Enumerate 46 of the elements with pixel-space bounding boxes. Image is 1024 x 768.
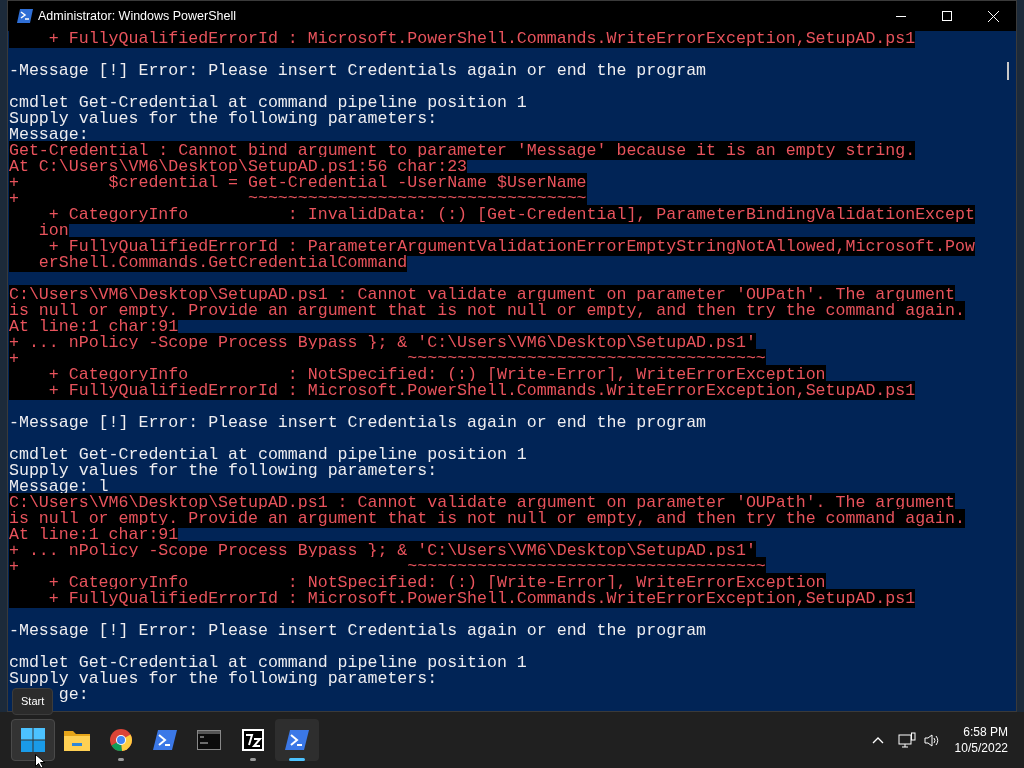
clock-date[interactable]: 10/5/2022 bbox=[954, 740, 1008, 756]
powershell-icon bbox=[17, 9, 33, 23]
running-indicator bbox=[289, 758, 305, 761]
error-text: is null or empty. Provide an argument that is not null or empty, and then try the command again. bbox=[9, 301, 965, 320]
taskbar-app[interactable] bbox=[275, 719, 319, 761]
console-text: ge: bbox=[58, 685, 89, 704]
console-text: -Message [!] Error: Please insert Credentials again or end the program bbox=[9, 61, 707, 80]
window-title: Administrator: Windows PowerShell bbox=[38, 7, 236, 25]
running-indicator bbox=[118, 758, 124, 761]
terminal-icon bbox=[197, 730, 221, 750]
console-text: cmdlet Get-Credential at command pipeline position 1 bbox=[9, 445, 527, 464]
powershell-icon bbox=[285, 730, 309, 750]
running-indicator bbox=[250, 758, 256, 761]
start-button[interactable] bbox=[11, 719, 55, 761]
clock-time[interactable]: 6:58 PM bbox=[963, 724, 1008, 740]
maximize-icon bbox=[942, 11, 952, 21]
scrollbar-thumb[interactable] bbox=[1007, 62, 1009, 80]
error-text: is null or empty. Provide an argument that is not null or empty, and then try the command again. bbox=[9, 509, 965, 528]
network-icon[interactable] bbox=[897, 731, 916, 749]
error-text: + CategoryInfo : InvalidData: (:) [Get-Credential], ParameterBindingValidationExcept bbox=[9, 205, 975, 224]
error-text: erShell.Commands.GetCredentialCommand bbox=[9, 253, 408, 272]
error-text: Get-Credential : Cannot bind argument to parameter 'Message' because it is an empty string. bbox=[9, 141, 916, 160]
error-text: + FullyQualifiedErrorId : Microsoft.PowerShell.Commands.WriteErrorException,SetupAD.ps1 bbox=[9, 31, 916, 48]
powershell-icon bbox=[153, 730, 177, 750]
browser-icon bbox=[109, 728, 133, 752]
tooltip: Start bbox=[12, 688, 54, 715]
console-text: cmdlet Get-Credential at command pipeline position 1 bbox=[9, 653, 527, 672]
minimize-icon bbox=[896, 15, 906, 17]
close-icon bbox=[987, 10, 999, 22]
console-text: Message: bbox=[9, 125, 89, 144]
windows-logo-icon bbox=[21, 728, 45, 752]
console-text: Supply values for the following parameters: bbox=[9, 109, 438, 128]
error-text: + FullyQualifiedErrorId : Microsoft.PowerShell.Commands.WriteErrorException,SetupAD.ps1 bbox=[9, 589, 916, 608]
chevron-up-icon[interactable] bbox=[871, 736, 884, 744]
mouse-pointer-icon bbox=[35, 754, 46, 768]
console-text: -Message [!] Error: Please insert Credentials again or end the program bbox=[9, 413, 707, 432]
archive-app-icon bbox=[242, 729, 264, 751]
console-text: Message: l bbox=[9, 477, 109, 496]
console-text: Supply values for the following parameters: bbox=[9, 669, 438, 688]
error-text: + FullyQualifiedErrorId : Microsoft.PowerShell.Commands.WriteErrorException,SetupAD.ps1 bbox=[9, 381, 916, 400]
error-text: + FullyQualifiedErrorId : ParameterArgumentValidationErrorEmptyStringNotAllowed,Microsoft.Pow bbox=[9, 237, 975, 256]
console-text: cmdlet Get-Credential at command pipeline position 1 bbox=[9, 93, 527, 112]
console-text: Supply values for the following parameters: bbox=[9, 461, 438, 480]
console-text: -Message [!] Error: Please insert Credentials again or end the program bbox=[9, 621, 707, 640]
folder-icon bbox=[64, 729, 90, 751]
volume-icon[interactable] bbox=[923, 732, 941, 748]
